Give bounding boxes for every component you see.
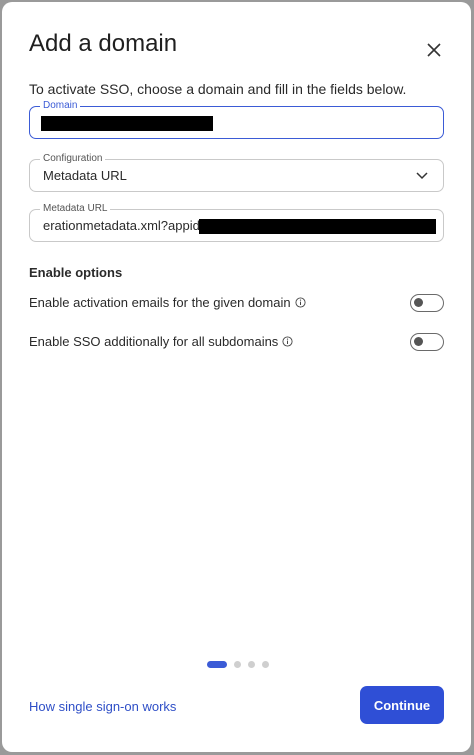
info-icon[interactable]: [282, 336, 293, 347]
step-dot-2: [234, 660, 241, 668]
info-icon[interactable]: [295, 297, 306, 308]
step-dot-1: [207, 660, 227, 668]
activation-emails-toggle[interactable]: [410, 294, 444, 312]
domain-field-label: Domain: [40, 100, 81, 112]
subdomains-sso-toggle[interactable]: [410, 333, 444, 351]
step-dot-4: [262, 660, 269, 668]
enable-options-heading: Enable options: [29, 265, 123, 280]
dialog-title: Add a domain: [29, 30, 178, 57]
step-indicator: [207, 660, 269, 668]
add-domain-dialog: Add a domain To activate SSO, choose a d…: [2, 2, 471, 752]
metadata-url-field[interactable]: Metadata URL erationmetadata.xml?appid=: [29, 203, 444, 242]
chevron-down-icon: [416, 172, 428, 180]
close-button[interactable]: [423, 39, 445, 61]
metadata-url-field-label: Metadata URL: [40, 203, 111, 215]
redacted-domain-value: [41, 116, 213, 131]
step-dot-3: [248, 660, 255, 668]
configuration-select-label: Configuration: [40, 153, 106, 165]
toggle-knob: [414, 337, 423, 346]
how-sso-works-link[interactable]: How single sign-on works: [29, 699, 176, 714]
redacted-metadata-url-value: [199, 219, 436, 234]
option-subdomains-sso-label: Enable SSO additionally for all subdomai…: [29, 334, 293, 349]
close-icon: [427, 43, 441, 57]
continue-button[interactable]: Continue: [360, 686, 444, 724]
configuration-select[interactable]: Configuration Metadata URL: [29, 153, 444, 192]
option-activation-emails-label: Enable activation emails for the given d…: [29, 295, 306, 310]
option-subdomains-sso: Enable SSO additionally for all subdomai…: [29, 333, 444, 353]
toggle-knob: [414, 298, 423, 307]
metadata-url-field-value: erationmetadata.xml?appid=: [43, 218, 208, 233]
domain-field[interactable]: Domain: [29, 100, 444, 139]
option-activation-emails: Enable activation emails for the given d…: [29, 294, 444, 314]
configuration-select-value: Metadata URL: [43, 168, 127, 183]
dialog-intro: To activate SSO, choose a domain and fil…: [29, 81, 407, 97]
